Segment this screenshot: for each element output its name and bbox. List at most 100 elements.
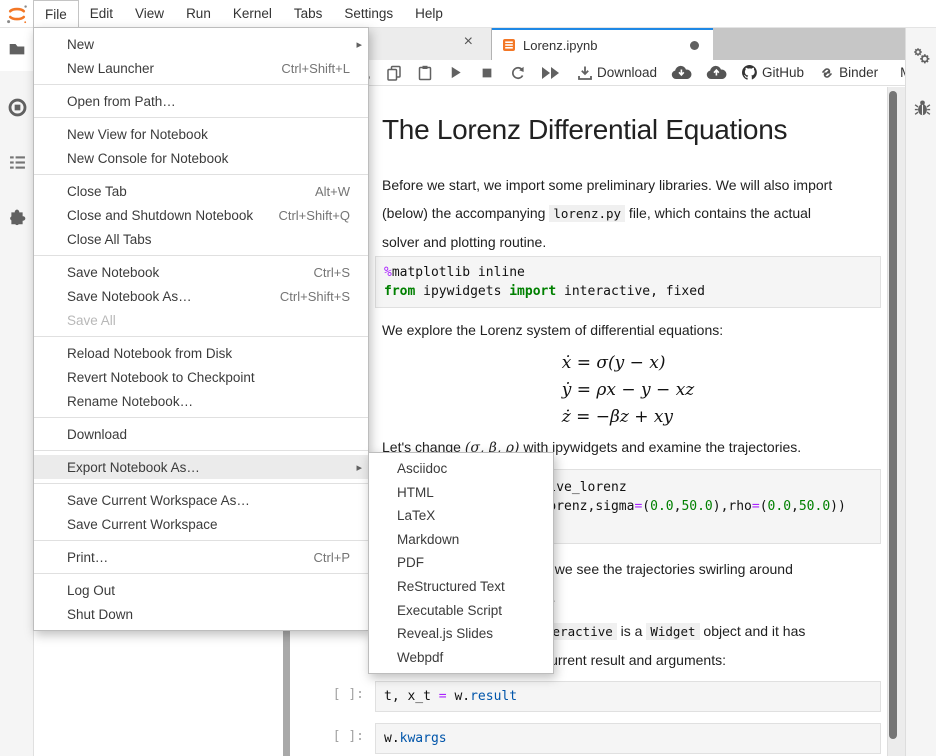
- menu-item-new-console-for-notebook[interactable]: New Console for Notebook: [34, 146, 368, 170]
- submenu-item-html[interactable]: HTML: [369, 481, 553, 505]
- restart-run-all-icon[interactable]: [540, 64, 562, 81]
- binder-button[interactable]: Binder: [818, 64, 878, 81]
- restart-kernel-icon[interactable]: [509, 64, 526, 81]
- download-icon: [576, 64, 593, 81]
- notebook-toolbar: Download GitHub Binder M: [290, 60, 911, 86]
- code-cell-imports[interactable]: %matplotlib inline from ipywidgets impor…: [375, 256, 881, 308]
- notebook-scrollbar-track[interactable]: [887, 87, 906, 756]
- menu-item-revert-notebook-to-checkpoint[interactable]: Revert Notebook to Checkpoint: [34, 365, 368, 389]
- inline-code: Widget: [646, 623, 700, 640]
- menubar-item-file[interactable]: File: [33, 0, 79, 27]
- menu-item-rename-notebook[interactable]: Rename Notebook…: [34, 389, 368, 413]
- menu-item-export-notebook-as[interactable]: Export Notebook As… ▸: [34, 455, 368, 479]
- code-cell-kwargs-row: [ ]: w.kwargs: [333, 723, 881, 754]
- notebook-scrollbar-thumb[interactable]: [889, 91, 897, 739]
- github-icon: [741, 64, 758, 81]
- menubar-item-kernel[interactable]: Kernel: [222, 0, 283, 27]
- lorenz-equations: ẋ = σ(y − x) ẏ = ρx − y − xz ż = −βz + x…: [561, 353, 695, 427]
- submenu-item-restructured-text[interactable]: ReStructured Text: [369, 575, 553, 599]
- menu-divider: [34, 84, 368, 85]
- markdown-cell-explore[interactable]: We explore the Lorenz system of differen…: [382, 316, 881, 344]
- submenu-item-revealjs-slides[interactable]: Reveal.js Slides: [369, 622, 553, 646]
- menubar-item-view[interactable]: View: [124, 0, 175, 27]
- inline-code: lorenz.py: [549, 205, 626, 222]
- menubar-item-help[interactable]: Help: [404, 0, 454, 27]
- menu-divider: [34, 540, 368, 541]
- menu-item-close-tab[interactable]: Close Tab Alt+W: [34, 179, 368, 203]
- jupyterlab-window: File Edit View Run Kernel Tabs Settings …: [0, 0, 936, 756]
- menu-item-save-current-workspace[interactable]: Save Current Workspace: [34, 512, 368, 536]
- menu-divider: [34, 450, 368, 451]
- markdown-cell-intro[interactable]: Before we start, we import some prelimin…: [382, 171, 881, 256]
- property-inspector-icon[interactable]: [912, 46, 932, 66]
- submenu-item-executable-script[interactable]: Executable Script: [369, 599, 553, 623]
- submenu-item-pdf[interactable]: PDF: [369, 551, 553, 575]
- paste-cells-icon[interactable]: [416, 64, 433, 81]
- menu-item-save-notebook-as[interactable]: Save Notebook As… Ctrl+Shift+S: [34, 284, 368, 308]
- menu-item-save-current-workspace-as[interactable]: Save Current Workspace As…: [34, 488, 368, 512]
- menu-item-save-notebook[interactable]: Save Notebook Ctrl+S: [34, 260, 368, 284]
- jupyter-logo-icon[interactable]: [0, 0, 33, 27]
- file-browser-icon[interactable]: [7, 39, 27, 59]
- code-cell-result-row: [ ]: t, x_t = w.result: [333, 681, 881, 712]
- notebook-heading[interactable]: The Lorenz Differential Equations: [382, 113, 881, 147]
- code-cell-result[interactable]: t, x_t = w.result: [375, 681, 881, 712]
- tab-title: Lorenz.ipynb: [523, 37, 598, 53]
- submenu-item-asciidoc[interactable]: Asciidoc: [369, 457, 553, 481]
- menu-divider: [34, 336, 368, 337]
- github-button[interactable]: GitHub: [741, 64, 804, 81]
- menu-item-new-launcher[interactable]: New Launcher Ctrl+Shift+L: [34, 56, 368, 80]
- submenu-arrow-icon: ▸: [356, 461, 362, 474]
- menu-item-print[interactable]: Print… Ctrl+P: [34, 545, 368, 569]
- cloud-download-icon[interactable]: [671, 64, 692, 81]
- interrupt-kernel-icon[interactable]: [478, 64, 495, 81]
- menu-divider: [34, 117, 368, 118]
- download-button[interactable]: Download: [576, 64, 657, 81]
- code-cell-kwargs[interactable]: w.kwargs: [375, 723, 881, 754]
- menu-item-reload-notebook-from-disk[interactable]: Reload Notebook from Disk: [34, 341, 368, 365]
- table-of-contents-icon[interactable]: [7, 152, 27, 172]
- menu-item-save-all: Save All: [67, 312, 116, 328]
- menu-item-open-from-path[interactable]: Open from Path…: [34, 89, 368, 113]
- notebook-icon: [502, 38, 516, 52]
- run-cell-icon[interactable]: [447, 64, 464, 81]
- cloud-upload-icon[interactable]: [706, 64, 727, 81]
- file-menu-dropdown: New ▸ New Launcher Ctrl+Shift+L Open from …: [33, 27, 369, 631]
- submenu-item-latex[interactable]: LaTeX: [369, 504, 553, 528]
- menu-divider: [34, 483, 368, 484]
- menubar-item-tabs[interactable]: Tabs: [283, 0, 334, 27]
- left-sidebar: [0, 27, 34, 756]
- menu-item-close-all-tabs[interactable]: Close All Tabs: [34, 227, 368, 251]
- menu-item-shut-down[interactable]: Shut Down: [34, 602, 368, 626]
- submenu-item-markdown[interactable]: Markdown: [369, 528, 553, 552]
- export-notebook-submenu: Asciidoc HTML LaTeX Markdown PDF ReStruc…: [368, 452, 554, 675]
- tab-lorenz-notebook[interactable]: Lorenz.ipynb: [492, 27, 713, 60]
- submenu-arrow-icon: ▸: [356, 38, 362, 51]
- code-cell-imports-row: [ ]: %matplotlib inline from ipywidgets …: [333, 256, 881, 308]
- dock-tab-bar: × Lorenz.ipynb: [290, 27, 905, 60]
- menubar-item-edit[interactable]: Edit: [79, 0, 124, 27]
- debugger-icon[interactable]: [912, 98, 932, 118]
- menubar-item-run[interactable]: Run: [175, 0, 222, 27]
- menu-item-new-view-for-notebook[interactable]: New View for Notebook: [34, 122, 368, 146]
- running-kernels-icon[interactable]: [7, 97, 27, 117]
- submenu-item-webpdf[interactable]: Webpdf: [369, 646, 553, 670]
- copy-cells-icon[interactable]: [385, 64, 402, 81]
- tab-close-icon[interactable]: ×: [464, 33, 473, 51]
- menu-divider: [34, 573, 368, 574]
- menu-item-download[interactable]: Download: [34, 422, 368, 446]
- binder-link-icon: [818, 64, 835, 81]
- unsaved-changes-indicator: [690, 40, 699, 50]
- menu-divider: [34, 255, 368, 256]
- cell-prompt: [ ]:: [332, 729, 364, 744]
- menubar: File Edit View Run Kernel Tabs Settings …: [0, 0, 936, 28]
- menu-item-new[interactable]: New ▸: [34, 32, 368, 56]
- menu-item-log-out[interactable]: Log Out: [34, 578, 368, 602]
- right-sidebar: [905, 27, 936, 756]
- menubar-item-settings[interactable]: Settings: [333, 0, 404, 27]
- cell-prompt: [ ]:: [332, 687, 364, 702]
- menu-item-close-and-shutdown-notebook[interactable]: Close and Shutdown Notebook Ctrl+Shift+Q: [34, 203, 368, 227]
- menu-divider: [34, 417, 368, 418]
- extension-manager-icon[interactable]: [7, 208, 27, 228]
- menu-divider: [34, 174, 368, 175]
